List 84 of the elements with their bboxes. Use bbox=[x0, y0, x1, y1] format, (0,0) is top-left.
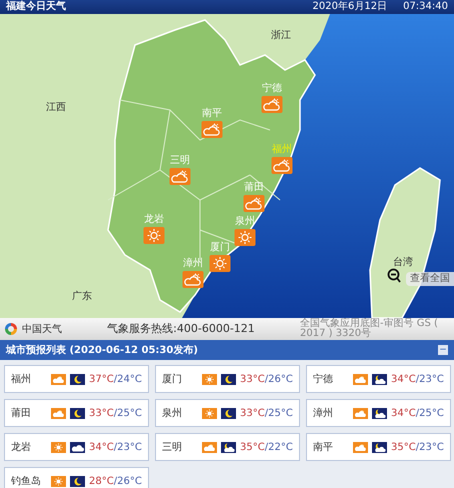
low-temperature: /22°C bbox=[264, 440, 293, 454]
sun-cloud-icon bbox=[51, 374, 66, 384]
moon-icon bbox=[70, 476, 85, 486]
city-forecast-card[interactable]: 三明 35°C/22°C bbox=[155, 433, 300, 461]
city-name: 宁德 bbox=[313, 372, 334, 386]
moon-cloud-icon bbox=[372, 442, 387, 452]
high-temperature: 28°C bbox=[89, 474, 114, 488]
sun-cloud-icon bbox=[353, 408, 368, 418]
low-temperature: /24°C bbox=[114, 372, 142, 386]
sun-cloud-icon bbox=[51, 408, 66, 418]
city-forecast-card[interactable]: 宁德 34°C/23°C bbox=[306, 365, 451, 393]
brand-name: 中国天气 bbox=[22, 322, 62, 336]
city-name: 泉州 bbox=[162, 406, 183, 420]
city-name: 三明 bbox=[162, 440, 183, 454]
city-name: 莆田 bbox=[11, 406, 32, 420]
sun-icon bbox=[202, 408, 217, 418]
high-temperature: 34°C bbox=[391, 372, 416, 386]
low-temperature: /25°C bbox=[416, 406, 444, 420]
high-temperature: 33°C bbox=[240, 372, 265, 386]
sun-icon bbox=[234, 229, 256, 246]
region-label: 广东 bbox=[72, 291, 92, 302]
sun-cloud-icon bbox=[170, 168, 190, 185]
low-temperature: /25°C bbox=[264, 406, 293, 420]
moon-cloud-icon bbox=[221, 442, 236, 452]
city-name: 厦门 bbox=[162, 372, 183, 386]
city-name: 漳州 bbox=[313, 406, 334, 420]
sun-icon bbox=[144, 227, 164, 244]
moon-icon bbox=[70, 374, 85, 384]
moon-cloud-icon bbox=[372, 408, 387, 418]
sun-icon bbox=[51, 442, 66, 452]
low-temperature: /26°C bbox=[114, 474, 142, 488]
sun-icon bbox=[202, 374, 217, 384]
cloud-icon bbox=[70, 442, 85, 452]
sun-cloud-icon bbox=[262, 96, 282, 113]
hotline-text: 气象服务热线:400-6000-121 bbox=[107, 320, 255, 337]
city-forecast-card[interactable]: 泉州 33°C/25°C bbox=[155, 399, 300, 427]
city-forecast-card[interactable]: 龙岩 34°C/23°C bbox=[4, 433, 149, 461]
low-temperature: /23°C bbox=[416, 440, 444, 454]
sun-cloud-icon bbox=[202, 121, 222, 138]
city-forecast-card[interactable]: 南平 35°C/23°C bbox=[306, 433, 451, 461]
city-name: 钓鱼岛 bbox=[11, 474, 42, 488]
sun-cloud-icon bbox=[353, 374, 368, 384]
moon-icon bbox=[221, 374, 236, 384]
low-temperature: /23°C bbox=[114, 440, 142, 454]
moon-icon bbox=[70, 408, 85, 418]
city-name: 龙岩 bbox=[11, 440, 32, 454]
zoom-out-icon[interactable] bbox=[387, 268, 401, 284]
moon-cloud-icon bbox=[372, 374, 387, 384]
low-temperature: /23°C bbox=[416, 372, 444, 386]
sun-cloud-icon bbox=[244, 195, 264, 212]
region-label: 浙江 bbox=[271, 30, 291, 41]
high-temperature: 35°C bbox=[240, 440, 265, 454]
city-forecast-card[interactable]: 莆田 33°C/25°C bbox=[4, 399, 149, 427]
high-temperature: 34°C bbox=[89, 440, 114, 454]
high-temperature: 34°C bbox=[391, 406, 416, 420]
moon-icon bbox=[221, 408, 236, 418]
list-title: 城市预报列表 (2020-06-12 05:30发布) bbox=[6, 343, 198, 358]
city-forecast-card[interactable]: 漳州 34°C/25°C bbox=[306, 399, 451, 427]
city-name: 南平 bbox=[313, 440, 334, 454]
region-label: 台湾 bbox=[393, 257, 413, 268]
high-temperature: 35°C bbox=[391, 440, 416, 454]
city-forecast-card[interactable]: 钓鱼岛 28°C/26°C bbox=[4, 467, 149, 488]
sun-cloud-icon bbox=[182, 271, 204, 288]
logo-icon bbox=[4, 322, 18, 336]
high-temperature: 33°C bbox=[240, 406, 265, 420]
national-weather-link[interactable]: 查看全国 bbox=[406, 272, 454, 286]
sun-icon bbox=[210, 255, 230, 272]
high-temperature: 33°C bbox=[89, 406, 114, 420]
high-temperature: 37°C bbox=[89, 372, 114, 386]
sun-icon bbox=[51, 476, 66, 486]
sun-cloud-icon bbox=[272, 157, 292, 174]
collapse-button[interactable]: − bbox=[438, 345, 448, 355]
city-name: 福州 bbox=[11, 372, 32, 386]
city-forecast-card[interactable]: 福州 37°C/24°C bbox=[4, 365, 149, 393]
sun-cloud-icon bbox=[202, 442, 217, 452]
date-text: 2020年6月12日 bbox=[312, 0, 388, 14]
page-title: 福建今日天气 bbox=[6, 0, 66, 14]
low-temperature: /26°C bbox=[264, 372, 293, 386]
low-temperature: /25°C bbox=[114, 406, 142, 420]
sun-cloud-icon bbox=[353, 442, 368, 452]
region-label: 江西 bbox=[46, 102, 66, 113]
city-forecast-card[interactable]: 厦门 33°C/26°C bbox=[155, 365, 300, 393]
time-text: 07:34:40 bbox=[403, 0, 448, 14]
approval-text: 全国气象应用底图-审图号 GS ( 2017 ) 3320号 bbox=[300, 319, 439, 339]
